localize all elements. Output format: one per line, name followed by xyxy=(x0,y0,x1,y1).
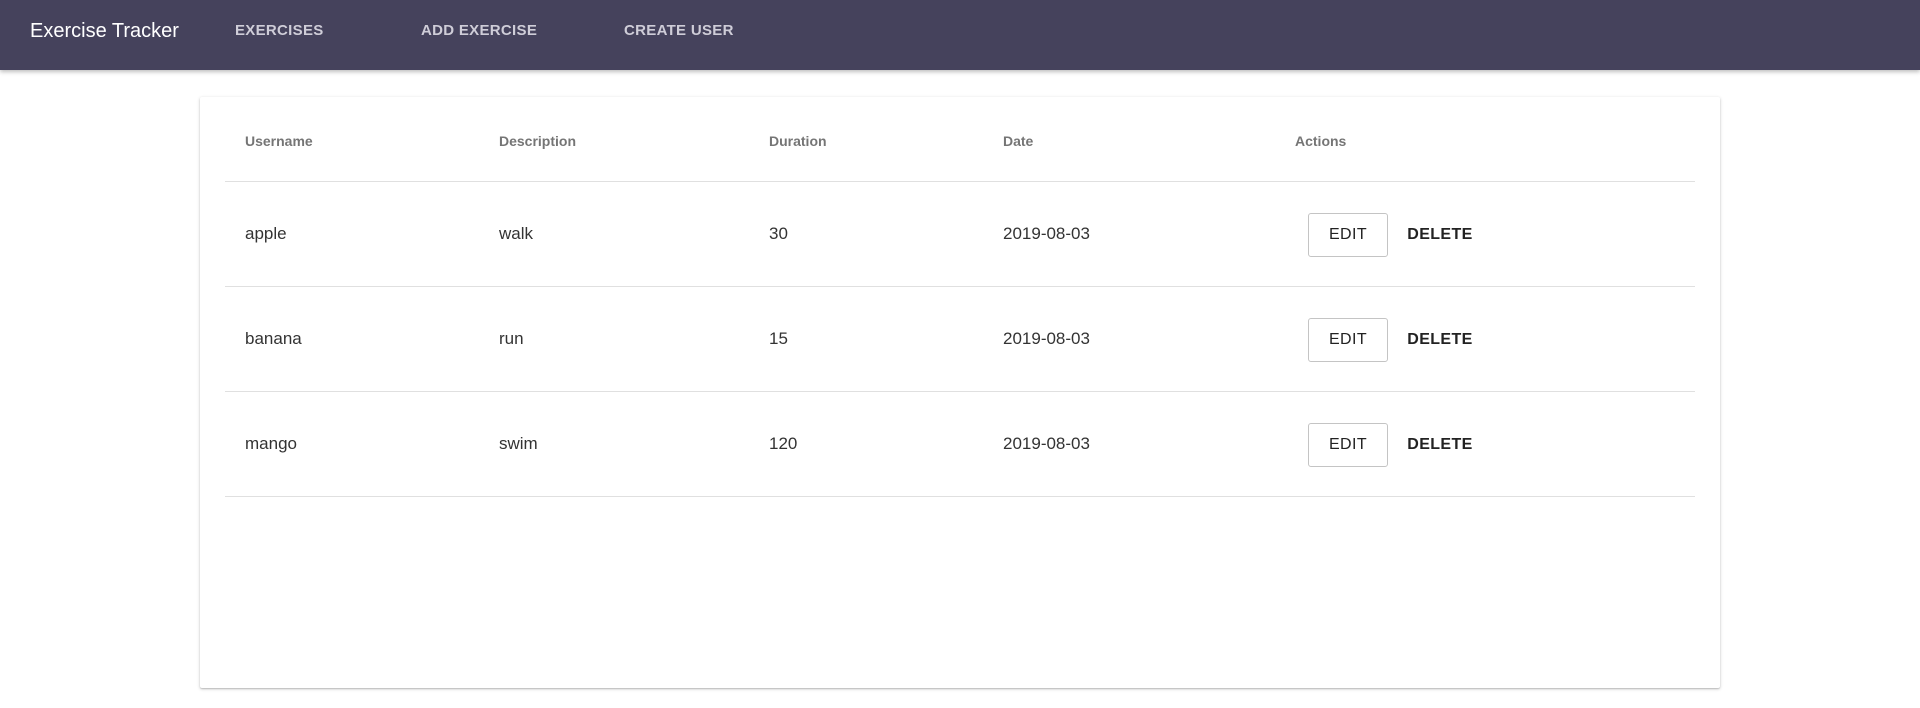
cell-username: mango xyxy=(245,434,297,453)
column-header-username: Username xyxy=(245,133,313,149)
column-header-actions: Actions xyxy=(1295,133,1347,149)
cell-duration: 120 xyxy=(769,434,798,453)
cell-duration: 30 xyxy=(769,224,788,243)
column-header-description: Description xyxy=(499,133,577,149)
column-header-duration: Duration xyxy=(769,133,827,149)
table-header-row: Username Description Duration Date Actio… xyxy=(225,97,1695,182)
cell-description: run xyxy=(499,329,524,348)
table-row: mango swim 120 2019-08-03 EDIT DELETE xyxy=(225,392,1695,497)
cell-username: apple xyxy=(245,224,287,243)
table-row: banana run 15 2019-08-03 EDIT DELETE xyxy=(225,287,1695,392)
cell-description: swim xyxy=(499,434,538,453)
delete-button[interactable]: DELETE xyxy=(1395,318,1485,362)
exercise-table-card: Username Description Duration Date Actio… xyxy=(200,97,1720,688)
exercise-table: Username Description Duration Date Actio… xyxy=(225,97,1695,497)
table-row: apple walk 30 2019-08-03 EDIT DELETE xyxy=(225,182,1695,287)
cell-username: banana xyxy=(245,329,302,348)
cell-description: walk xyxy=(499,224,534,243)
app-bar: Exercise Tracker EXERCISES ADD EXERCISE … xyxy=(0,0,1920,70)
edit-button[interactable]: EDIT xyxy=(1308,318,1388,362)
app-title[interactable]: Exercise Tracker xyxy=(30,0,179,62)
nav-create-user[interactable]: CREATE USER xyxy=(624,0,734,60)
nav-exercises[interactable]: EXERCISES xyxy=(235,0,324,60)
cell-date: 2019-08-03 xyxy=(1003,224,1090,243)
cell-date: 2019-08-03 xyxy=(1003,434,1090,453)
edit-button[interactable]: EDIT xyxy=(1308,213,1388,257)
delete-button[interactable]: DELETE xyxy=(1395,423,1485,467)
column-header-date: Date xyxy=(1003,133,1034,149)
cell-duration: 15 xyxy=(769,329,788,348)
cell-date: 2019-08-03 xyxy=(1003,329,1090,348)
nav-add-exercise[interactable]: ADD EXERCISE xyxy=(421,0,537,60)
edit-button[interactable]: EDIT xyxy=(1308,423,1388,467)
delete-button[interactable]: DELETE xyxy=(1395,213,1485,257)
